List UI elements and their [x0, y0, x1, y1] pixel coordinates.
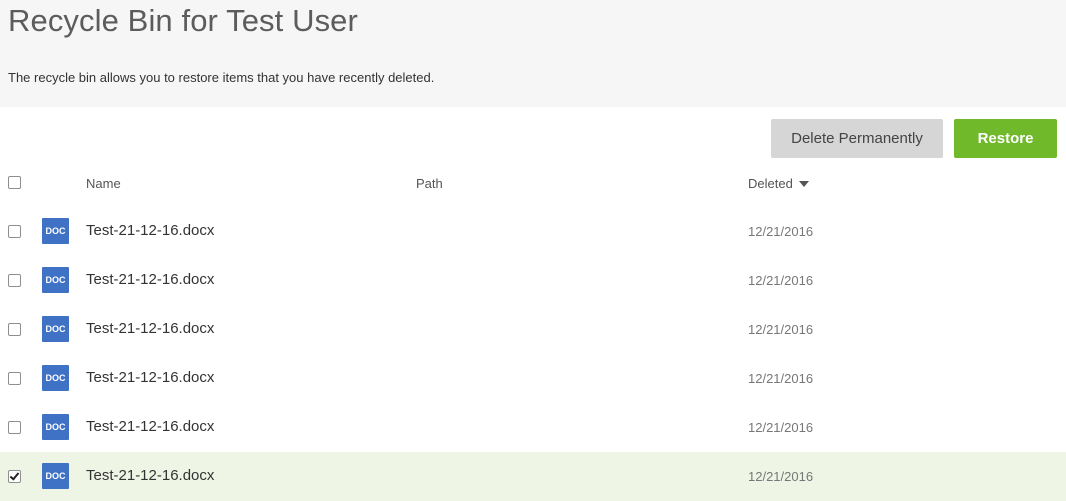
- deleted-date: 12/21/2016: [748, 322, 814, 337]
- select-all-checkbox[interactable]: [8, 176, 21, 189]
- doc-file-icon: DOC: [42, 414, 69, 440]
- deleted-date: 12/21/2016: [748, 420, 814, 435]
- doc-file-icon: DOC: [42, 463, 69, 489]
- column-header-path[interactable]: Path: [416, 176, 443, 191]
- page-header: Recycle Bin for Test User The recycle bi…: [0, 0, 1066, 107]
- doc-file-icon: DOC: [42, 316, 69, 342]
- row-checkbox[interactable]: [8, 323, 21, 336]
- deleted-date: 12/21/2016: [748, 273, 814, 288]
- sort-descending-icon: [798, 180, 809, 187]
- file-name[interactable]: Test-21-12-16.docx: [86, 467, 214, 484]
- column-header-deleted[interactable]: Deleted: [748, 176, 809, 191]
- deleted-date: 12/21/2016: [748, 224, 814, 239]
- row-checkbox[interactable]: [8, 372, 21, 385]
- page-description: The recycle bin allows you to restore it…: [8, 70, 435, 85]
- doc-file-icon: DOC: [42, 218, 69, 244]
- restore-button[interactable]: Restore: [954, 119, 1057, 158]
- row-checkbox[interactable]: [8, 225, 21, 238]
- table-row[interactable]: DOC Test-21-12-16.docx 12/21/2016: [0, 452, 1066, 501]
- table-row[interactable]: DOC Test-21-12-16.docx 12/21/2016: [0, 256, 1066, 305]
- table-row[interactable]: DOC Test-21-12-16.docx 12/21/2016: [0, 305, 1066, 354]
- column-header-name[interactable]: Name: [86, 176, 121, 191]
- file-name[interactable]: Test-21-12-16.docx: [86, 222, 214, 239]
- file-name[interactable]: Test-21-12-16.docx: [86, 418, 214, 435]
- file-name[interactable]: Test-21-12-16.docx: [86, 369, 214, 386]
- doc-file-icon: DOC: [42, 267, 69, 293]
- deleted-date: 12/21/2016: [748, 371, 814, 386]
- table-row[interactable]: DOC Test-21-12-16.docx 12/21/2016: [0, 207, 1066, 256]
- doc-file-icon: DOC: [42, 365, 69, 391]
- column-header-deleted-label: Deleted: [748, 176, 793, 191]
- row-checkbox[interactable]: [8, 470, 21, 483]
- deleted-date: 12/21/2016: [748, 469, 814, 484]
- delete-permanently-button[interactable]: Delete Permanently: [771, 119, 943, 158]
- page-title: Recycle Bin for Test User: [8, 3, 358, 38]
- row-checkbox[interactable]: [8, 274, 21, 287]
- table-row[interactable]: DOC Test-21-12-16.docx 12/21/2016: [0, 354, 1066, 403]
- file-name[interactable]: Test-21-12-16.docx: [86, 320, 214, 337]
- row-checkbox[interactable]: [8, 421, 21, 434]
- table-row[interactable]: DOC Test-21-12-16.docx 12/21/2016: [0, 403, 1066, 452]
- file-name[interactable]: Test-21-12-16.docx: [86, 271, 214, 288]
